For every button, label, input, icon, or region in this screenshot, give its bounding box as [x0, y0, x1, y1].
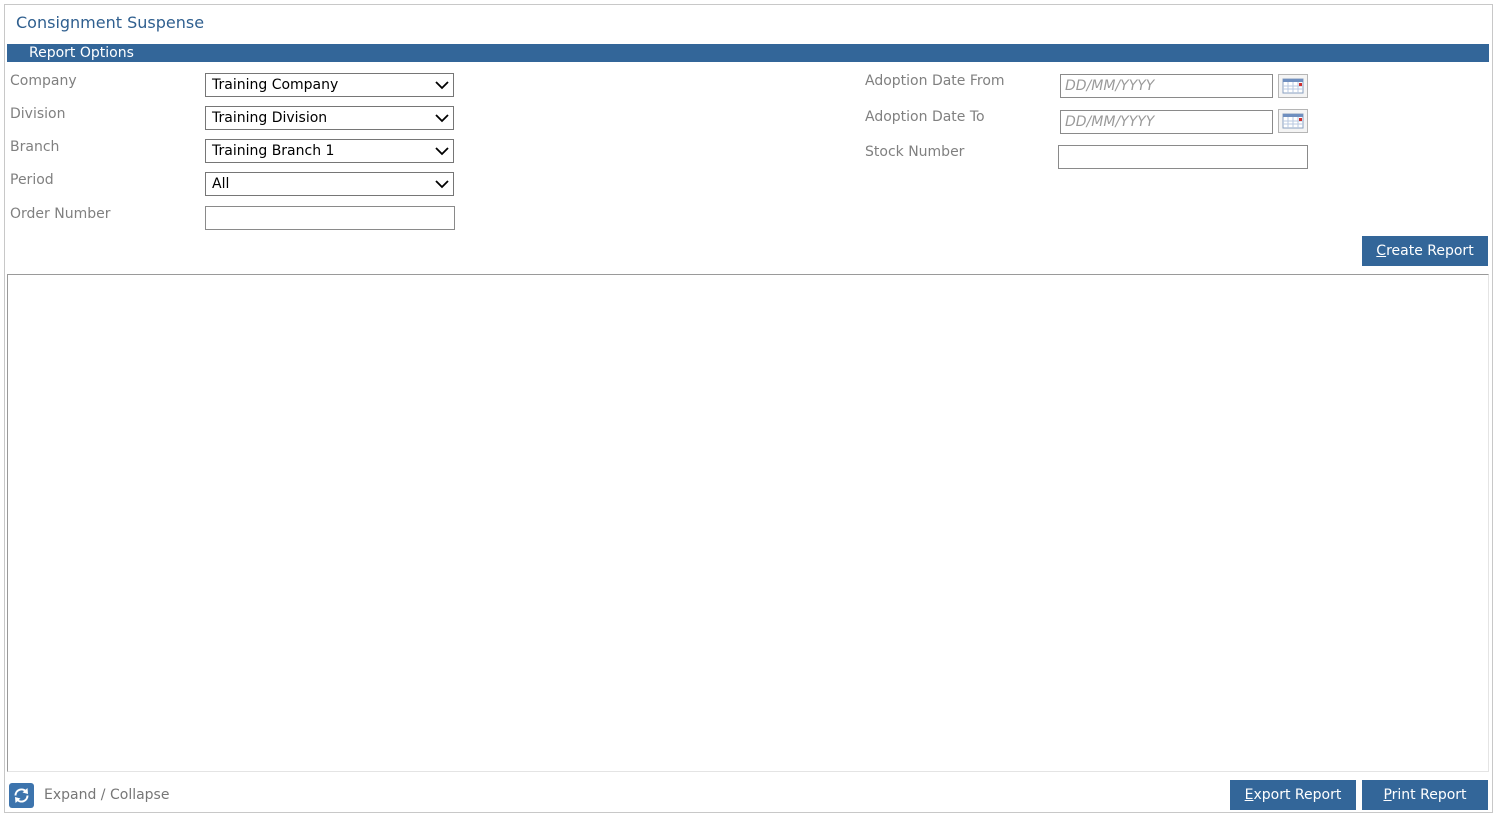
expand-collapse-link[interactable]: Expand / Collapse: [44, 787, 169, 803]
adoption-date-from-label: Adoption Date From: [865, 73, 1005, 89]
print-report-accesskey: P: [1383, 787, 1392, 803]
stock-number-input[interactable]: [1058, 145, 1308, 169]
calendar-icon: [1282, 78, 1304, 94]
create-report-button[interactable]: Create Report: [1362, 236, 1488, 266]
export-report-label: xport Report: [1253, 787, 1342, 803]
company-select-value: Training Company: [212, 77, 339, 93]
period-select[interactable]: All: [205, 172, 454, 196]
stock-number-label: Stock Number: [865, 144, 965, 160]
refresh-icon: [14, 788, 29, 803]
order-number-input[interactable]: [205, 206, 455, 230]
create-report-label: reate Report: [1386, 243, 1474, 259]
adoption-date-to-input[interactable]: DD/MM/YYYY: [1060, 110, 1273, 134]
adoption-date-to-calendar-button[interactable]: [1278, 109, 1308, 133]
division-select-value: Training Division: [212, 110, 328, 126]
branch-select[interactable]: Training Branch 1: [205, 139, 454, 163]
export-report-button[interactable]: Export Report: [1230, 780, 1356, 810]
page-title: Consignment Suspense: [16, 13, 205, 32]
chevron-down-icon: [435, 114, 449, 123]
report-output-area: [7, 274, 1489, 772]
branch-label: Branch: [10, 139, 60, 155]
branch-select-value: Training Branch 1: [212, 143, 335, 159]
report-options-header: Report Options: [7, 44, 1489, 62]
chevron-down-icon: [435, 147, 449, 156]
expand-collapse-button[interactable]: [9, 783, 34, 808]
company-label: Company: [10, 73, 77, 89]
calendar-icon: [1282, 113, 1304, 129]
chevron-down-icon: [435, 81, 449, 90]
order-number-label: Order Number: [10, 206, 111, 222]
division-select[interactable]: Training Division: [205, 106, 454, 130]
create-report-accesskey: C: [1376, 243, 1387, 259]
adoption-date-to-label: Adoption Date To: [865, 109, 985, 125]
adoption-date-from-input[interactable]: DD/MM/YYYY: [1060, 74, 1273, 98]
export-report-accesskey: E: [1244, 787, 1254, 803]
adoption-date-from-calendar-button[interactable]: [1278, 74, 1308, 98]
print-report-button[interactable]: Print Report: [1362, 780, 1488, 810]
period-label: Period: [10, 172, 54, 188]
chevron-down-icon: [435, 180, 449, 189]
period-select-value: All: [212, 176, 230, 192]
print-report-label: rint Report: [1391, 787, 1467, 803]
company-select[interactable]: Training Company: [205, 73, 454, 97]
division-label: Division: [10, 106, 66, 122]
